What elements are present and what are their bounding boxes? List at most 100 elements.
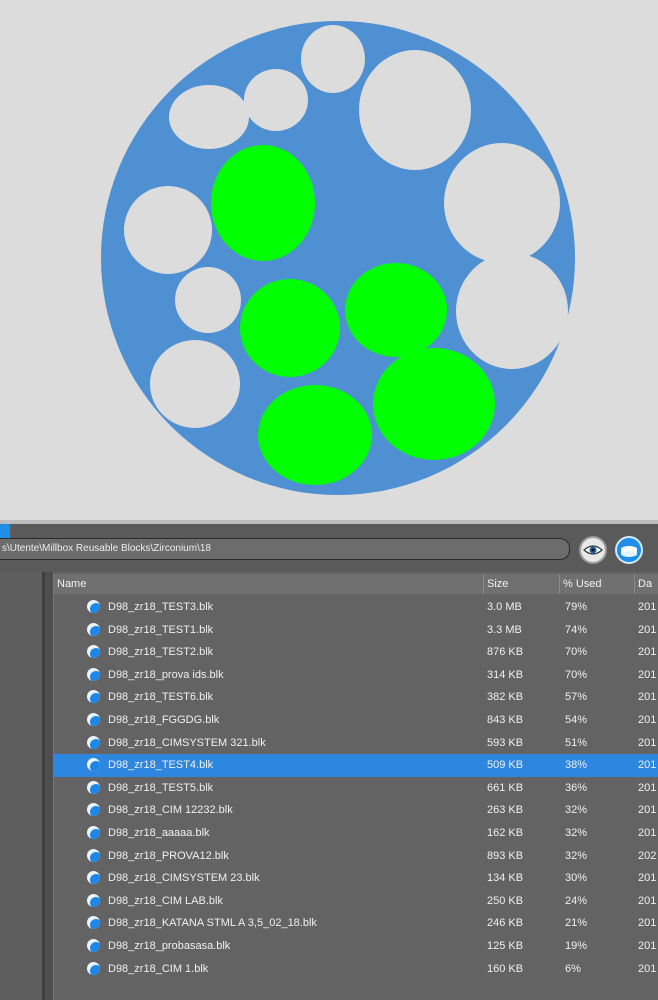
file-name: D98_zr18_CIMSYSTEM 23.blk [108, 872, 260, 885]
file-size: 160 KB [487, 962, 524, 975]
disk-button[interactable] [615, 536, 643, 564]
block-file-icon [87, 667, 100, 681]
block-file-icon [87, 622, 100, 636]
file-row[interactable]: D98_zr18_probasasa.blk 125 KB 19% 201 [54, 935, 658, 958]
file-size: 250 KB [487, 894, 524, 907]
block-browser: s\Utente\Millbox Reusable Blocks\Zirconi… [0, 524, 658, 1000]
file-size: 162 KB [487, 826, 524, 839]
file-name: D98_zr18_CIM 12232.blk [108, 804, 233, 817]
file-size: 893 KB [487, 849, 524, 862]
file-row[interactable]: D98_zr18_CIM 12232.blk 263 KB 32% 201 [54, 799, 658, 822]
empty-pocket [444, 143, 560, 263]
block-file-icon [87, 712, 100, 726]
used-pocket [211, 145, 315, 261]
file-row[interactable]: D98_zr18_TEST6.blk 382 KB 57% 201 [54, 686, 658, 709]
list-header: Name Size % Used Da [54, 574, 658, 594]
file-date: 201 [638, 601, 657, 613]
file-name: D98_zr18_KATANA STML A 3,5_02_18.blk [108, 917, 317, 930]
path-field[interactable]: s\Utente\Millbox Reusable Blocks\Zirconi… [0, 538, 570, 560]
file-date: 201 [638, 894, 657, 907]
file-list-pane[interactable]: Name Size % Used Da D98_zr18_TEST3.blk 3.… [53, 572, 658, 1000]
file-name: D98_zr18_TEST3.blk [108, 601, 214, 613]
block-file-icon [87, 916, 100, 930]
file-name: D98_zr18_TEST6.blk [108, 691, 214, 704]
file-date: 201 [638, 826, 657, 839]
block-file-icon [87, 938, 100, 952]
file-name: D98_zr18_TEST4.blk [108, 759, 214, 772]
file-date: 201 [638, 804, 657, 817]
file-row[interactable]: D98_zr18_TEST2.blk 876 KB 70% 201 [54, 641, 658, 664]
file-date: 201 [638, 623, 657, 636]
file-row[interactable]: D98_zr18_CIM LAB.blk 250 KB 24% 201 [54, 890, 658, 913]
used-pocket [373, 348, 495, 460]
eye-icon [583, 545, 603, 555]
file-used-percent: 70% [565, 646, 588, 659]
file-row[interactable]: D98_zr18_prova ids.blk 314 KB 70% 201 [54, 664, 658, 687]
file-name: D98_zr18_TEST1.blk [108, 623, 214, 636]
file-size: 134 KB [487, 872, 524, 885]
file-used-percent: 32% [565, 849, 588, 862]
file-row[interactable]: D98_zr18_PROVA12.blk 893 KB 32% 202 [54, 845, 658, 868]
block-file-icon [87, 645, 100, 659]
file-used-percent: 19% [565, 939, 588, 952]
used-pocket [345, 263, 447, 357]
file-row[interactable]: D98_zr18_TEST1.blk 3.3 MB 74% 201 [54, 619, 658, 642]
block-file-icon [87, 893, 100, 907]
file-size: 263 KB [487, 804, 524, 817]
file-name: D98_zr18_probasasa.blk [108, 939, 231, 952]
preview-button[interactable] [579, 536, 607, 564]
file-date: 201 [638, 668, 657, 681]
file-size: 661 KB [487, 781, 524, 794]
file-name: D98_zr18_TEST2.blk [108, 646, 214, 659]
pane-splitter[interactable] [45, 572, 53, 1000]
file-date: 201 [638, 781, 657, 794]
empty-pocket [359, 50, 471, 170]
block-file-icon [87, 871, 100, 885]
file-name: D98_zr18_prova ids.blk [108, 668, 224, 681]
file-date: 201 [638, 736, 657, 749]
used-pocket [258, 385, 372, 485]
file-date: 201 [638, 962, 657, 975]
empty-pocket [150, 340, 240, 428]
file-list: D98_zr18_TEST3.blk 3.0 MB 79% 201 D98_zr18_T… [54, 596, 658, 980]
empty-pocket [301, 25, 365, 93]
folder-tree-pane[interactable] [0, 572, 45, 1000]
block-file-icon [87, 690, 100, 704]
block-file-icon [87, 961, 100, 975]
block-file-icon [87, 825, 100, 839]
file-row[interactable]: D98_zr18_TEST5.blk 661 KB 36% 201 [54, 777, 658, 800]
file-row[interactable]: D98_zr18_KATANA STML A 3,5_02_18.blk 246 … [54, 912, 658, 935]
file-used-percent: 36% [565, 781, 588, 794]
file-date: 202 [638, 849, 657, 862]
column-date-header[interactable]: Da [634, 574, 658, 594]
column-name-header[interactable]: Name [54, 574, 483, 594]
column-size-header[interactable]: Size [483, 574, 559, 594]
file-name: D98_zr18_FGGDG.blk [108, 713, 220, 726]
file-used-percent: 32% [565, 804, 588, 817]
file-row[interactable]: D98_zr18_FGGDG.blk 843 KB 54% 201 [54, 709, 658, 732]
block-file-icon [87, 780, 100, 794]
file-row[interactable]: D98_zr18_aaaaa.blk 162 KB 32% 201 [54, 822, 658, 845]
file-size: 382 KB [487, 691, 524, 704]
file-name: D98_zr18_CIM LAB.blk [108, 894, 223, 907]
nesting-preview [0, 0, 658, 520]
block-file-icon [87, 735, 100, 749]
column-used-header[interactable]: % Used [559, 574, 634, 594]
block-file-icon [87, 848, 100, 862]
file-size: 314 KB [487, 668, 524, 681]
file-size: 876 KB [487, 646, 524, 659]
empty-pocket [244, 69, 308, 131]
file-used-percent: 70% [565, 668, 588, 681]
empty-pocket [456, 253, 568, 369]
file-name: D98_zr18_CIMSYSTEM 321.blk [108, 736, 266, 749]
file-date: 201 [638, 691, 657, 704]
file-name: D98_zr18_aaaaa.blk [108, 826, 210, 839]
file-row[interactable]: D98_zr18_TEST3.blk 3.0 MB 79% 201 [54, 596, 658, 619]
disk-icon [621, 546, 637, 557]
file-row[interactable]: D98_zr18_TEST4.blk 509 KB 38% 201 [54, 754, 658, 777]
file-row[interactable]: D98_zr18_CIMSYSTEM 321.blk 593 KB 51% 201 [54, 732, 658, 755]
file-row[interactable]: D98_zr18_CIMSYSTEM 23.blk 134 KB 30% 201 [54, 867, 658, 890]
block-file-icon [87, 803, 100, 817]
file-row[interactable]: D98_zr18_CIM 1.blk 160 KB 6% 201 [54, 958, 658, 981]
file-size: 3.3 MB [487, 623, 522, 636]
